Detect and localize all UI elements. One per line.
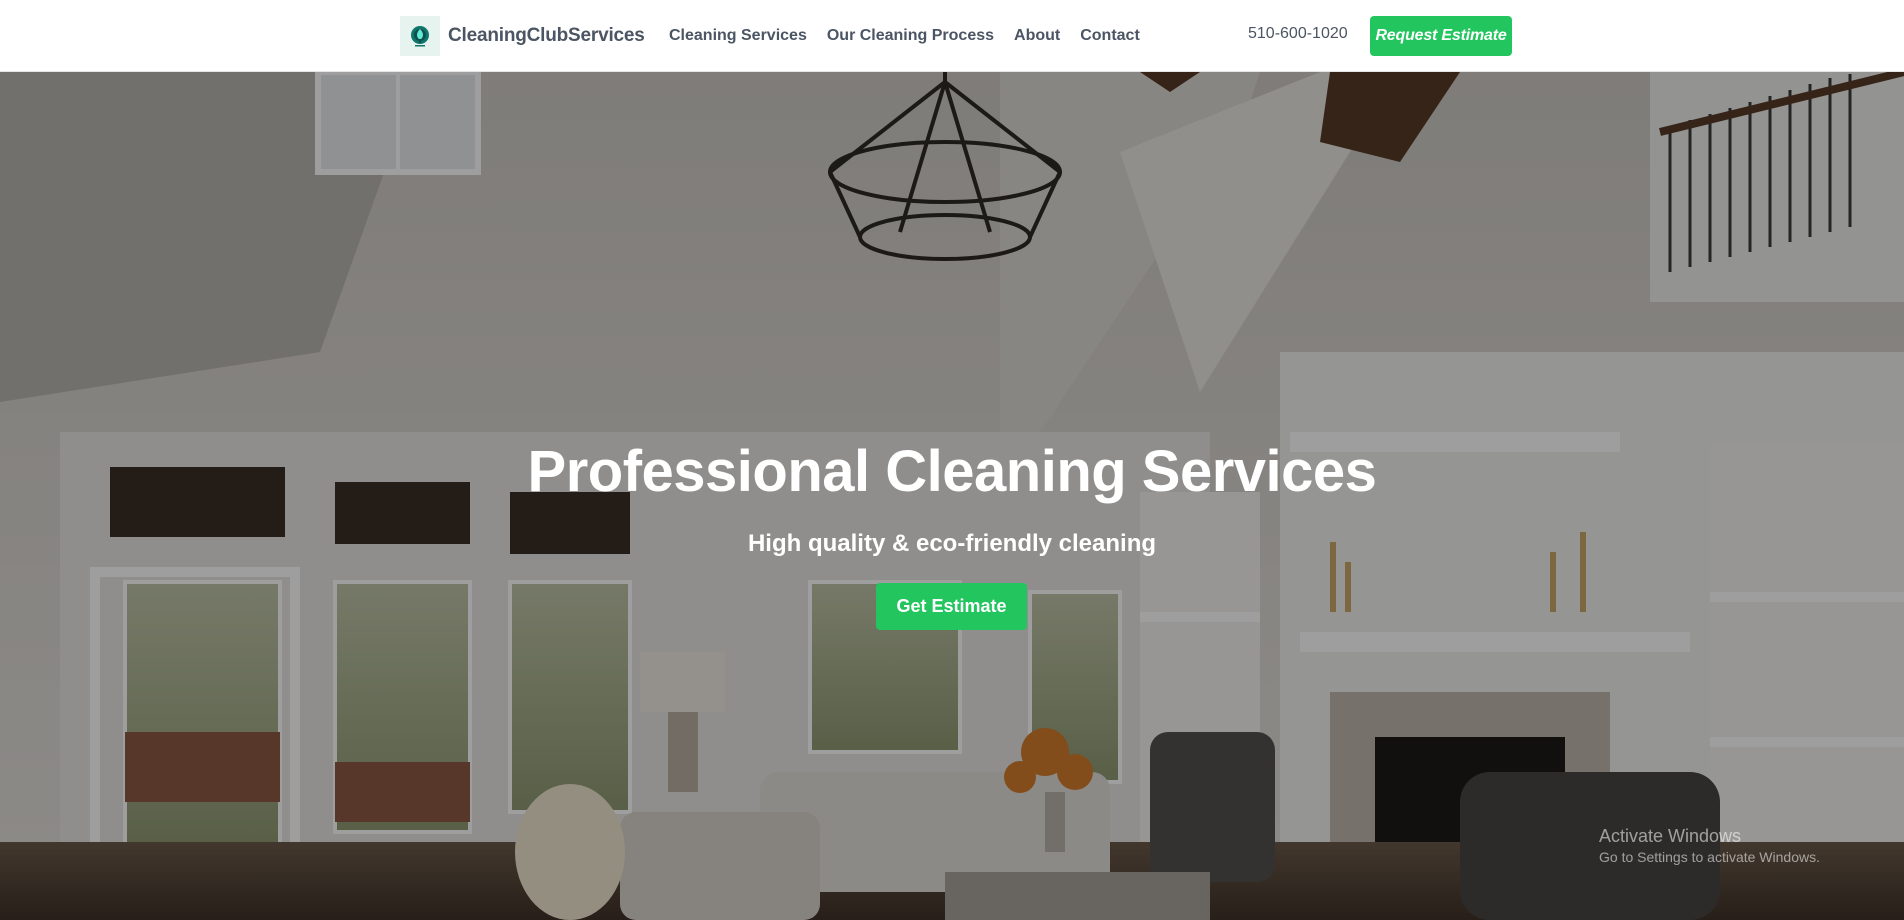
site-header: CleaningClubServices Cleaning Services O… [0, 0, 1904, 72]
windows-activation-watermark: Activate Windows Go to Settings to activ… [1599, 826, 1820, 865]
hero-title: Professional Cleaning Services [527, 439, 1377, 504]
logo [400, 16, 440, 56]
nav-about[interactable]: About [1014, 27, 1060, 45]
main-nav: Cleaning Services Our Cleaning Process A… [669, 24, 1160, 48]
nav-contact[interactable]: Contact [1080, 27, 1140, 45]
hero-subtitle: High quality & eco-friendly cleaning [747, 530, 1157, 557]
watermark-title: Activate Windows [1599, 826, 1742, 846]
watermark-subtitle: Go to Settings to activate Windows. [1599, 849, 1820, 865]
hero-section: Professional Cleaning Services High qual… [0, 72, 1904, 920]
tree-leaf-icon [411, 26, 429, 47]
phone-link[interactable]: 510-600-1020 [1248, 25, 1348, 43]
get-estimate-button[interactable]: Get Estimate [876, 583, 1027, 630]
brand-link[interactable]: CleaningClubServices [400, 16, 645, 56]
request-estimate-button[interactable]: Request Estimate [1370, 16, 1512, 56]
hero-content: Professional Cleaning Services High qual… [0, 72, 1904, 920]
nav-our-cleaning-process[interactable]: Our Cleaning Process [827, 27, 994, 45]
nav-cleaning-services[interactable]: Cleaning Services [669, 27, 807, 45]
brand-name: CleaningClubServices [448, 25, 645, 46]
